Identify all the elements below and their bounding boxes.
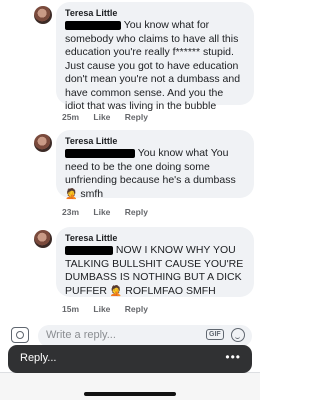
comment-time: 23m [62, 207, 80, 217]
comment-bubble: Teresa Little You know what You need to … [56, 130, 254, 201]
comment-body: somebody who claims to have all this edu… [65, 32, 241, 113]
comment-time: 15m [62, 304, 80, 314]
like-link[interactable]: Like [93, 207, 110, 217]
comment-bubble: Teresa Little NOW I KNOW WHY YOU TALKING… [56, 227, 254, 297]
comment-author[interactable]: Teresa Little [65, 7, 245, 19]
redaction-mark [65, 20, 121, 30]
reply-link[interactable]: Reply [125, 304, 148, 314]
comment-meta: 15m Like Reply [62, 304, 160, 314]
home-indicator [84, 392, 176, 396]
like-link[interactable]: Like [93, 112, 110, 122]
like-link[interactable]: Like [93, 304, 110, 314]
avatar[interactable] [34, 230, 52, 248]
reply-link[interactable]: Reply [125, 207, 148, 217]
comment-emoji-text: smfh [80, 187, 104, 200]
reply-toast[interactable]: Reply... ••• [8, 345, 252, 373]
comment-author[interactable]: Teresa Little [65, 232, 245, 244]
redaction-mark [65, 148, 135, 158]
comment-first-line: You know what You [137, 147, 229, 159]
face-palm-emoji-icon: 🤦 [109, 285, 123, 297]
comment-author[interactable]: Teresa Little [65, 135, 245, 147]
comment-first-line: You know what for [123, 19, 210, 31]
redaction-mark [65, 245, 113, 255]
face-palm-emoji-icon: 🤦 [65, 188, 78, 200]
comment-body: need to be the one doing some unfriendin… [65, 160, 236, 187]
comment-bubble: Teresa Little You know what for somebody… [56, 2, 254, 112]
comment-text: You know what for somebody who claims to… [65, 19, 245, 114]
avatar[interactable] [34, 134, 52, 152]
more-icon[interactable]: ••• [225, 350, 241, 364]
comment-text: NOW I KNOW WHY YOU TALKING BULLSHIT CAUS… [65, 244, 245, 298]
reply-link[interactable]: Reply [125, 112, 148, 122]
smiley-icon[interactable] [231, 328, 245, 342]
reply-input-placeholder: Write a reply... [46, 329, 116, 341]
camera-icon[interactable] [11, 327, 29, 343]
reply-input[interactable]: Write a reply... GIF [38, 325, 252, 347]
comment-emoji-text: ROFLMFAO SMFH [125, 284, 216, 297]
comment-meta: 25m Like Reply [62, 112, 160, 122]
reply-toast-label: Reply... [20, 352, 57, 364]
comment-meta: 23m Like Reply [62, 207, 160, 217]
gif-icon[interactable]: GIF [206, 329, 224, 340]
avatar[interactable] [34, 6, 52, 24]
comment-text: You know what You need to be the one doi… [65, 147, 245, 201]
comment-first-line: NOW I KNOW WHY YOU [115, 244, 236, 256]
comment-time: 25m [62, 112, 80, 122]
